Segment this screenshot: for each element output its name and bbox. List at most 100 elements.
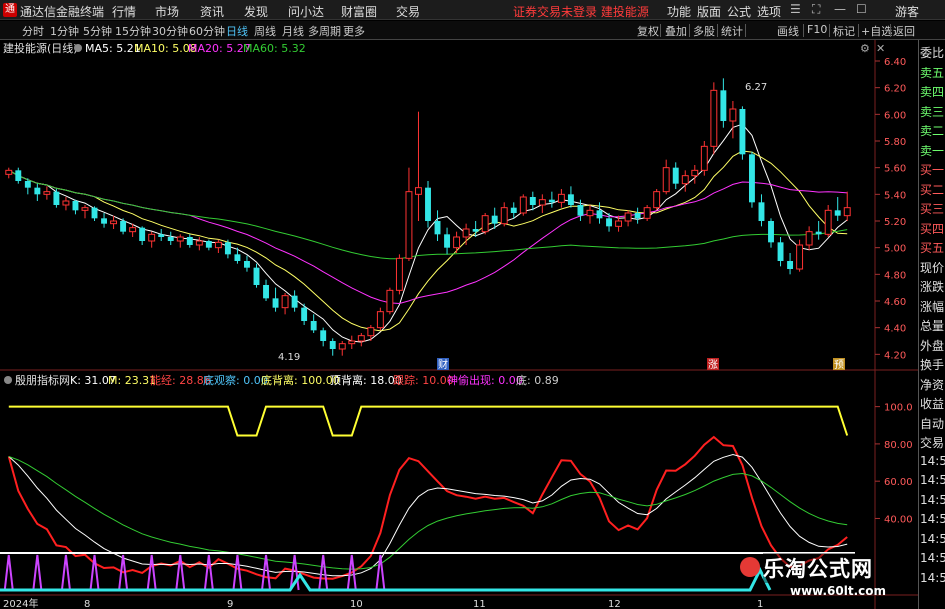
menu-function[interactable]: 功能: [667, 3, 691, 20]
period-15min[interactable]: 15分钟: [115, 23, 151, 39]
watermark-brand: 乐淘公式网: [763, 553, 873, 583]
side-label: 现价: [920, 260, 945, 275]
legend-ma60: MA60: 5.32: [243, 42, 306, 55]
tool-separator: [660, 24, 661, 37]
window-fullscreen-icon[interactable]: ⛶: [812, 2, 820, 17]
menu-discover[interactable]: 发现: [244, 3, 268, 20]
period-tick[interactable]: 分时: [22, 23, 44, 39]
signal-spike: [32, 554, 43, 591]
window-maximize-icon[interactable]: ☐: [856, 2, 867, 16]
period-monthly[interactable]: 月线: [282, 23, 304, 39]
menu-formula[interactable]: 公式: [727, 3, 751, 20]
tool-separator: [717, 24, 718, 37]
kline-chart[interactable]: 6.40 6.20 6.00 5.80 5.60 5.40 5.20 5.00 4.80 4.60…: [0, 40, 918, 609]
candle-body: [529, 197, 536, 205]
signal-spike: [203, 554, 214, 591]
candle-body: [444, 234, 451, 248]
candle-body: [481, 215, 489, 233]
side-label: 14:56: [920, 453, 945, 468]
candle-body: [453, 236, 461, 249]
close-icon[interactable]: ✕: [876, 42, 885, 55]
candle-body: [34, 187, 41, 195]
candle-body: [263, 285, 269, 299]
candle-body: [681, 175, 689, 185]
date-label: 8: [84, 599, 90, 609]
tool-overlay[interactable]: 叠加: [665, 23, 687, 39]
indicator-tick-label: 40.00: [884, 514, 913, 525]
tool-draw[interactable]: 画线: [777, 23, 799, 39]
tool-multi-stock[interactable]: 多股: [693, 23, 715, 39]
candle-body: [691, 169, 699, 177]
menu-news[interactable]: 资讯: [200, 3, 224, 20]
user-name[interactable]: 游客: [895, 3, 919, 20]
period-daily[interactable]: 日线: [226, 23, 248, 39]
candle-body: [653, 191, 661, 209]
menu-quotes[interactable]: 行情: [112, 3, 136, 20]
window-minimize-icon[interactable]: —: [834, 2, 846, 16]
candle-body: [643, 207, 651, 219]
watermark-url: www.60lt.com: [790, 584, 887, 598]
candle-body: [662, 167, 670, 193]
side-label: 总量: [920, 319, 945, 333]
candle-body: [739, 109, 746, 155]
indicator-sjcx: 神偷出现: 0.00: [447, 373, 523, 387]
menu-wealth[interactable]: 财富圈: [341, 3, 377, 20]
period-30min[interactable]: 30分钟: [152, 23, 188, 39]
candle-body: [700, 145, 708, 171]
candle-body: [538, 199, 546, 206]
candle-body: [253, 267, 260, 285]
menu-ask[interactable]: 问小达: [288, 3, 324, 20]
tool-f10[interactable]: F10: [807, 23, 827, 36]
price-axis: 6.40 6.20 6.00 5.80 5.60 5.40 5.20 5.00 4.80 4.60…: [875, 57, 913, 525]
signal-spike: [175, 554, 186, 591]
indicator-toggle-icon[interactable]: [4, 376, 12, 384]
forecast-marker-label: 预: [834, 359, 844, 371]
high-price-label: 6.27: [745, 82, 767, 93]
menu-market[interactable]: 市场: [155, 3, 179, 20]
legend-toggle-icon[interactable]: [74, 44, 82, 52]
signal-spike: [60, 554, 71, 591]
candle-body: [24, 181, 31, 188]
candle-body: [129, 227, 137, 233]
price-tick-label: 5.20: [884, 217, 906, 228]
period-1min[interactable]: 1分钟: [50, 23, 79, 39]
candle-body: [320, 330, 327, 341]
signal-spike: [146, 554, 157, 591]
app-title: 通达信金融终端: [20, 5, 105, 19]
price-tick-label: 6.00: [884, 110, 906, 121]
side-label: 14:56: [920, 570, 945, 585]
side-label: 买四: [920, 221, 945, 236]
tool-add-favorite[interactable]: +自选: [861, 23, 892, 39]
side-label: 买二: [920, 182, 945, 197]
side-label: 涨跌: [920, 280, 945, 294]
candle-body: [348, 340, 356, 345]
period-60min[interactable]: 60分钟: [189, 23, 225, 39]
candle-body: [768, 221, 774, 243]
candle-body: [148, 233, 156, 242]
tool-stats[interactable]: 统计: [721, 23, 743, 39]
candle-body: [53, 191, 60, 205]
period-5min[interactable]: 5分钟: [83, 23, 112, 39]
tool-adjust[interactable]: 复权: [637, 23, 659, 39]
indicator-name: 殷朋指标网: [15, 373, 70, 387]
login-notice[interactable]: 证券交易未登录 建投能源: [513, 3, 649, 20]
rise-marker-label: 涨: [708, 359, 718, 371]
menu-trade[interactable]: 交易: [396, 3, 420, 20]
menu-options[interactable]: 选项: [757, 3, 781, 20]
candle-body: [291, 295, 298, 308]
side-label: 委比: [920, 46, 945, 60]
period-more[interactable]: 更多: [343, 23, 365, 39]
settings-icon[interactable]: ⚙: [860, 42, 870, 55]
candle-body: [338, 343, 346, 350]
side-label: 换手: [920, 358, 945, 372]
menu-layout[interactable]: 版面: [697, 3, 721, 20]
menu-bar: 通 通达信金融终端 行情 市场 资讯 发现 问小达 财富圈 交易 证券交易未登录…: [0, 0, 945, 20]
candle-body: [72, 201, 79, 211]
period-multi[interactable]: 多周期: [308, 23, 341, 39]
window-menu-icon[interactable]: ☰: [790, 2, 801, 16]
tool-mark[interactable]: 标记: [833, 23, 855, 39]
candle-body: [139, 227, 146, 241]
period-weekly[interactable]: 周线: [254, 23, 276, 39]
tool-back[interactable]: 返回: [893, 23, 915, 39]
indicator-tick-label: 100.0: [884, 403, 913, 414]
